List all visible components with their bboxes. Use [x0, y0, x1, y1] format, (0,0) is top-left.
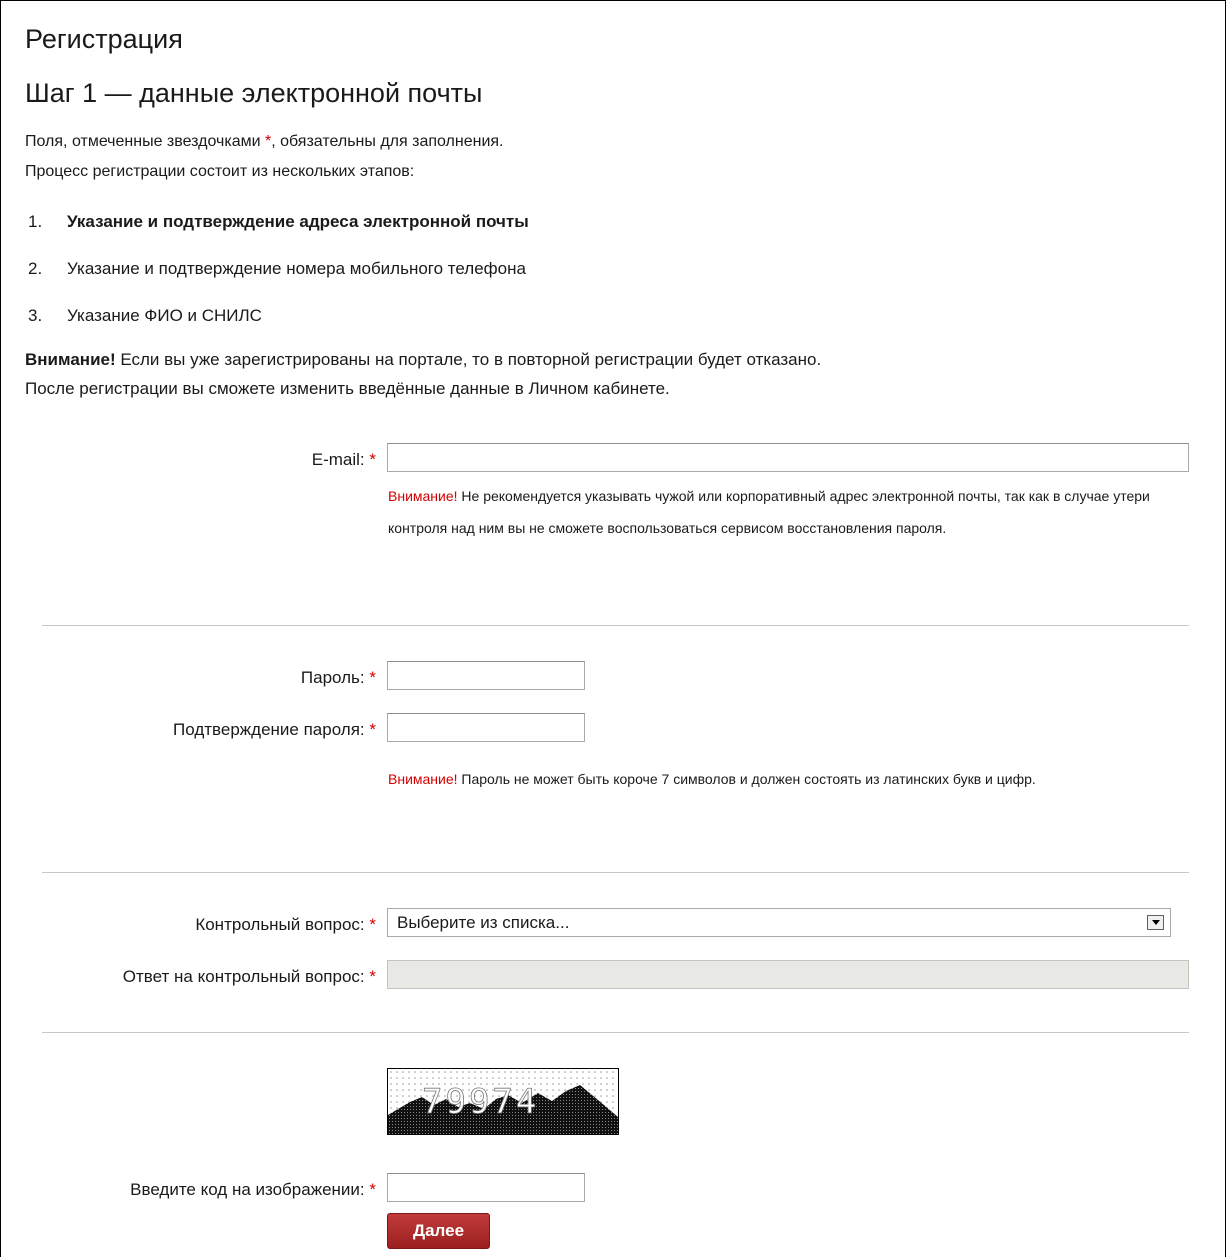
required-note-text-after: , обязательны для заполнения. [271, 133, 504, 150]
email-warning-label: Внимание! [388, 488, 458, 504]
step-label: Указание и подтверждение адреса электрон… [67, 212, 529, 231]
section-divider [42, 1032, 1189, 1033]
email-warning-note: Внимание! Не рекомендуется указывать чуж… [388, 480, 1178, 544]
chevron-down-icon[interactable] [1147, 915, 1164, 930]
step-label: Указание ФИО и СНИЛС [67, 306, 262, 325]
password-confirm-label-text: Подтверждение пароля: [173, 720, 365, 739]
captcha-graphic: 79974 [388, 1069, 618, 1134]
password-warning-text: Пароль не может быть короче 7 символов и… [457, 771, 1036, 787]
password-warning-label: Внимание! [388, 771, 458, 787]
captcha-label-text: Введите код на изображении: [130, 1180, 365, 1199]
password-input[interactable] [387, 661, 585, 690]
step-item-2: 2. Указание и подтверждение номера мобиль… [28, 259, 526, 279]
step-number: 2. [28, 259, 43, 278]
security-answer-label: Ответ на контрольный вопрос: * [123, 967, 376, 987]
section-divider [42, 872, 1189, 873]
password-confirm-input[interactable] [387, 713, 585, 742]
step-number: 1. [28, 212, 43, 231]
required-star: * [369, 668, 376, 687]
security-answer-input[interactable] [387, 960, 1189, 989]
required-note-text-before: Поля, отмеченные звездочками [25, 133, 265, 150]
process-description: Процесс регистрации состоит из нескольки… [25, 163, 415, 180]
email-label-text: E-mail: [311, 450, 365, 469]
captcha-label: Введите код на изображении: * [130, 1180, 376, 1200]
email-input[interactable] [387, 443, 1189, 472]
required-star: * [369, 1180, 376, 1199]
next-button[interactable]: Далее [387, 1213, 490, 1249]
security-question-label-text: Контрольный вопрос: [195, 915, 365, 934]
step-item-1: 1. Указание и подтверждение адреса электр… [28, 212, 529, 232]
email-warning-text: Не рекомендуется указывать чужой или кор… [388, 488, 1150, 536]
required-fields-note: Поля, отмеченные звездочками *, обязател… [25, 133, 504, 151]
duplicate-registration-warning: Внимание! Если вы уже зарегистрированы н… [25, 350, 821, 370]
step-title: Шаг 1 — данные электронной почты [25, 78, 483, 108]
security-question-select[interactable]: Выберите из списка... [387, 908, 1171, 937]
password-label-text: Пароль: [300, 668, 365, 687]
edit-data-note: После регистрации вы сможете изменить вв… [25, 379, 670, 398]
warning-text: Если вы уже зарегистрированы на портале,… [115, 350, 822, 369]
page-title: Регистрация [25, 24, 183, 54]
captcha-input[interactable] [387, 1173, 585, 1202]
password-warning-note: Внимание! Пароль не может быть короче 7 … [388, 763, 1178, 795]
section-divider [42, 625, 1189, 626]
password-label: Пароль: * [301, 668, 376, 688]
password-confirm-label: Подтверждение пароля: * [173, 720, 376, 740]
step-number: 3. [28, 306, 43, 325]
security-answer-label-text: Ответ на контрольный вопрос: [122, 967, 365, 986]
email-label: E-mail: * [312, 450, 376, 470]
security-question-selected-value: Выберите из списка... [397, 913, 570, 932]
required-star: * [369, 720, 376, 739]
required-star: * [369, 450, 376, 469]
captcha-code-text: 79974 [422, 1082, 539, 1122]
step-item-3: 3. Указание ФИО и СНИЛС [28, 306, 262, 326]
warning-bold: Внимание! [25, 350, 116, 369]
required-star: * [369, 915, 376, 934]
security-question-label: Контрольный вопрос: * [195, 915, 376, 935]
required-star: * [369, 967, 376, 986]
captcha-image: 79974 [387, 1068, 619, 1135]
step-label: Указание и подтверждение номера мобильно… [67, 259, 526, 278]
